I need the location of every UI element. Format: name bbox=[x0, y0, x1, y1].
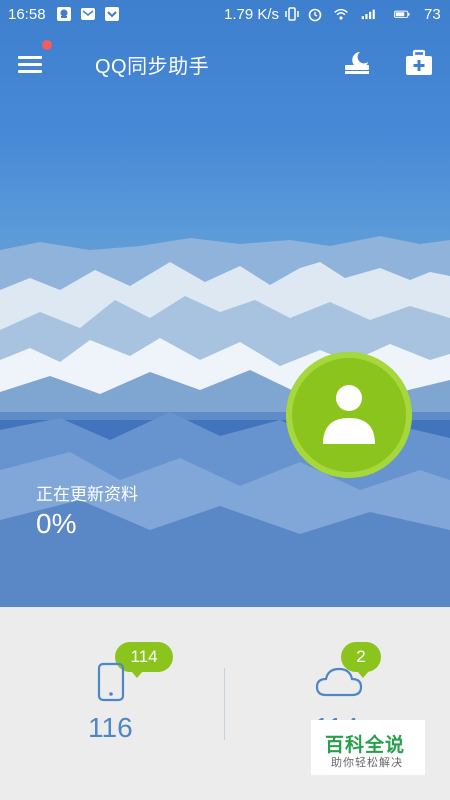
stats-divider bbox=[224, 668, 225, 740]
battery-level: 73 bbox=[424, 6, 441, 23]
status-bar: 16:58 1.79 K/s 73 bbox=[0, 0, 450, 30]
phone-icon[interactable] bbox=[97, 662, 127, 704]
watermark-title: 百科全说 bbox=[325, 735, 406, 756]
qq-notification-icon bbox=[57, 7, 71, 21]
wifi-icon bbox=[334, 8, 348, 20]
watermark: 百科全说 助你轻松解决 bbox=[311, 720, 425, 775]
night-mode-icon[interactable] bbox=[342, 48, 372, 78]
cloud-icon[interactable] bbox=[315, 664, 363, 698]
net-speed: 1.79 K/s bbox=[224, 6, 280, 23]
avatar-button[interactable] bbox=[286, 352, 412, 478]
battery-icon bbox=[394, 10, 410, 18]
phone-contact-count[interactable]: 116 bbox=[88, 712, 133, 744]
status-time: 16:58 bbox=[8, 6, 46, 23]
app-title: QQ同步助手 bbox=[95, 56, 210, 78]
vibrate-icon bbox=[285, 7, 299, 21]
signal-icon bbox=[361, 9, 375, 20]
menu-button[interactable] bbox=[18, 50, 44, 76]
user-icon bbox=[323, 385, 375, 444]
watermark-subtitle: 助你轻松解决 bbox=[331, 757, 403, 769]
sync-status: 正在更新资料 bbox=[36, 485, 138, 504]
menu-icon bbox=[18, 56, 42, 59]
mail-icon bbox=[81, 8, 95, 20]
toolbox-icon[interactable] bbox=[403, 48, 435, 78]
notification-dot bbox=[42, 40, 52, 50]
alarm-icon bbox=[308, 8, 322, 22]
download-icon bbox=[105, 7, 119, 21]
sync-progress: 0% bbox=[36, 508, 77, 539]
app-bar: QQ同步助手 bbox=[0, 40, 450, 86]
